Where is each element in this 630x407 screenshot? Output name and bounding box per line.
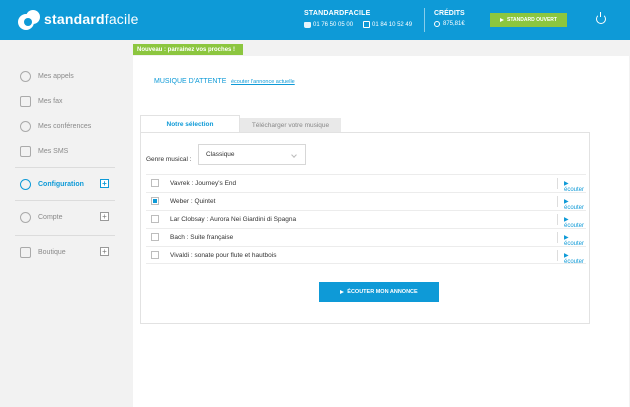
sidebar-divider: [15, 200, 115, 201]
phone-number: 01 76 50 05 00: [304, 21, 353, 28]
track-title: Weber : Quintet: [170, 198, 216, 205]
page-title: MUSIQUE D'ATTENTE: [154, 78, 227, 85]
referral-banner[interactable]: Nouveau : parrainez vos proches !: [133, 44, 243, 55]
track-row: Vavrek : Journey's End ▶ écouter: [146, 174, 586, 193]
sms-icon: [20, 146, 31, 157]
track-row: Lar Clobsay : Aurora Nei Giardini di Spa…: [146, 210, 586, 229]
sidebar-item-appels[interactable]: Mes appels: [20, 71, 115, 82]
genre-label: Genre musical :: [146, 156, 192, 163]
sidebar-item-compte[interactable]: Compte +: [20, 212, 115, 223]
play-icon: [340, 290, 345, 294]
row-divider: [557, 214, 558, 225]
standard-open-button[interactable]: STANDARD OUVERT: [490, 13, 567, 27]
tab-notre-selection[interactable]: Notre sélection: [140, 115, 240, 132]
sidebar-item-conferences[interactable]: Mes conférences: [20, 121, 115, 132]
coin-icon: [434, 21, 440, 27]
track-title: Lar Clobsay : Aurora Nei Giardini di Spa…: [170, 216, 297, 223]
phone-icon: [304, 21, 311, 28]
track-title: Bach : Suite française: [170, 234, 234, 241]
account-icon: [20, 212, 31, 223]
expand-plus-icon[interactable]: +: [100, 212, 109, 221]
track-checkbox[interactable]: [151, 197, 159, 205]
track-row: Vivaldi : sonate pour flute et hautbois …: [146, 246, 586, 265]
main-card: MUSIQUE D'ATTENTE écouter l'annonce actu…: [133, 56, 629, 407]
sidebar-item-configuration[interactable]: Configuration +: [20, 179, 115, 190]
track-row: Bach : Suite française ▶ écouter: [146, 228, 586, 247]
listen-current-link[interactable]: écouter l'annonce actuelle: [231, 79, 295, 85]
logo-cloud-icon: [14, 8, 42, 30]
credits-info: CRÉDITS 875,81€: [434, 10, 465, 27]
play-icon: [500, 18, 505, 22]
row-divider: [557, 232, 558, 243]
cart-icon: [20, 247, 31, 258]
sidebar-divider: [15, 235, 115, 236]
configuration-icon: [20, 179, 31, 190]
row-divider: [557, 196, 558, 207]
listen-link[interactable]: ▶ écouter: [564, 252, 586, 265]
track-checkbox[interactable]: [151, 233, 159, 241]
track-checkbox[interactable]: [151, 179, 159, 187]
expand-plus-icon[interactable]: +: [100, 247, 109, 256]
expand-plus-icon[interactable]: +: [100, 179, 109, 188]
header-divider: [424, 8, 425, 32]
row-divider: [557, 250, 558, 261]
sidebar-divider: [15, 167, 115, 168]
sidebar: Mes appels Mes fax Mes conférences Mes S…: [0, 40, 125, 407]
sidebar-item-fax[interactable]: Mes fax: [20, 96, 115, 107]
conference-icon: [20, 121, 31, 132]
fax-icon: [363, 21, 371, 28]
fax-icon: [20, 96, 31, 107]
standard-info: STANDARDFACILE 01 76 50 05 00 01 84 10 5…: [304, 10, 412, 28]
track-checkbox[interactable]: [151, 215, 159, 223]
phone-icon: [20, 71, 31, 82]
track-title: Vavrek : Journey's End: [170, 180, 237, 187]
standard-title: STANDARDFACILE: [304, 10, 371, 17]
top-header: standardfacile STANDARDFACILE 01 76 50 0…: [0, 0, 630, 40]
logo[interactable]: standardfacile: [14, 8, 139, 30]
sidebar-item-sms[interactable]: Mes SMS: [20, 146, 115, 157]
logo-text: standardfacile: [44, 11, 139, 27]
sidebar-item-boutique[interactable]: Boutique +: [20, 247, 115, 258]
credits-value: 875,81€: [443, 21, 465, 27]
genre-select[interactable]: Classique: [198, 144, 306, 165]
track-list: Vavrek : Journey's End ▶ écouter Weber :…: [146, 174, 586, 265]
listen-announcement-button[interactable]: ÉCOUTER MON ANNONCE: [319, 282, 439, 302]
fax-number: 01 84 10 52 49: [363, 21, 412, 28]
power-icon[interactable]: [596, 12, 606, 24]
credits-title: CRÉDITS: [434, 10, 465, 17]
track-row: Weber : Quintet ▶ écouter: [146, 192, 586, 211]
tab-telecharger-musique[interactable]: Télécharger votre musique: [240, 118, 341, 132]
chevron-down-icon: [291, 152, 297, 158]
track-checkbox[interactable]: [151, 251, 159, 259]
track-title: Vivaldi : sonate pour flute et hautbois: [170, 252, 277, 259]
row-divider: [557, 178, 558, 189]
